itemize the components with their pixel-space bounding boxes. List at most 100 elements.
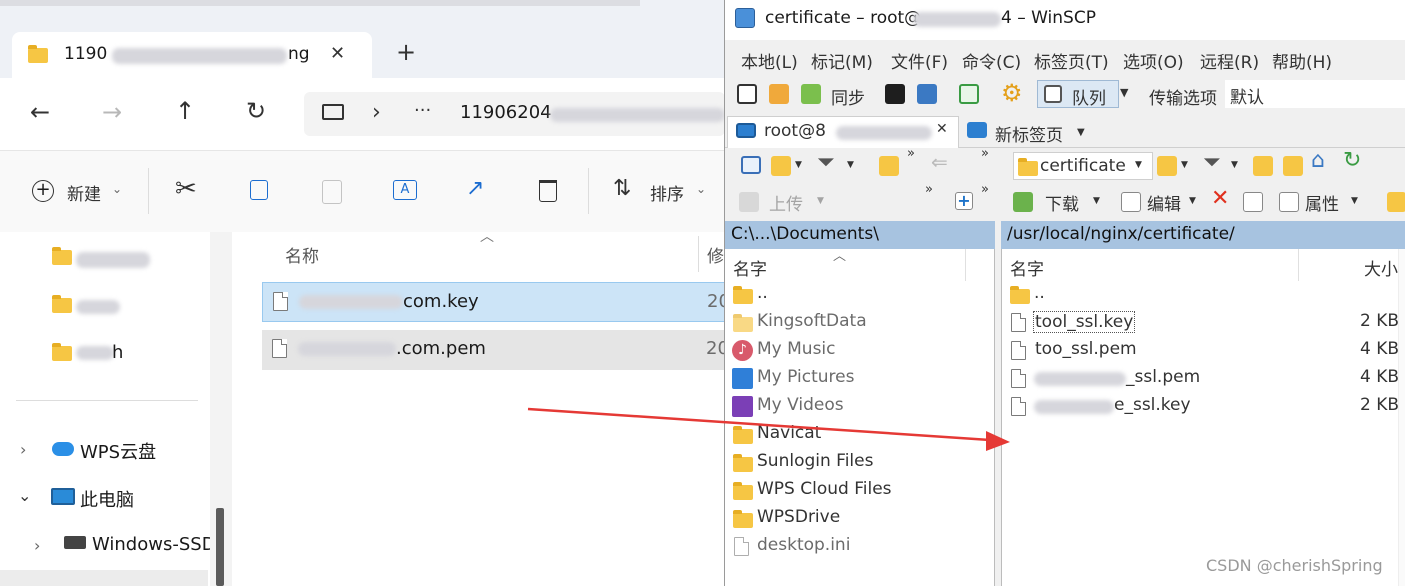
dropdown-icon[interactable]: ▼ [795,160,802,170]
home-icon[interactable]: ⌂ [1311,148,1325,173]
explorer-tab[interactable]: 1190 ng ✕ [12,32,372,78]
column-header-name[interactable]: 名称 [285,242,319,267]
menu-mark[interactable]: 标记(M) [811,48,873,73]
collapse-chevron-icon[interactable]: ⌄ [18,486,31,505]
local-column-name[interactable]: 名字 [733,255,767,280]
list-scrollbar[interactable] [1398,249,1405,586]
new-item-icon[interactable]: + [955,192,973,210]
list-item[interactable]: e_ssl.key 2 KB [1002,393,1405,421]
dropdown-icon[interactable]: ▼ [1135,160,1142,170]
forward-arrow-icon[interactable]: → [102,98,122,126]
compare-icon[interactable] [737,84,757,104]
list-item[interactable]: KingsoftData [725,309,995,337]
queue-dropdown-icon[interactable]: ▼ [1120,86,1128,99]
more-icon[interactable]: » [907,146,915,161]
rename-icon[interactable]: A [393,180,417,200]
list-item[interactable]: My Videos [725,393,995,421]
expand-chevron-icon[interactable]: › [20,440,26,459]
address-more-icon[interactable]: ··· [414,100,431,121]
new-folder-icon[interactable] [1387,192,1405,212]
filter-icon[interactable]: ⏷ [1203,150,1221,175]
list-item[interactable]: WPS Cloud Files [725,477,995,505]
nav-item-this-pc[interactable]: 此电脑 [80,486,134,512]
remote-dir-combo[interactable]: certificate [1013,152,1153,180]
more-icon[interactable]: » [981,182,989,197]
expand-chevron-icon[interactable]: › [34,536,40,555]
nav-item-wps-cloud[interactable]: WPS云盘 [80,438,156,464]
column-header-modified[interactable]: 修 [707,242,724,267]
list-item[interactable]: ♪ My Music [725,337,995,365]
address-bar[interactable]: › ··· 11906204 [304,92,725,136]
menu-local[interactable]: 本地(L) [741,48,798,73]
new-button[interactable]: 新建 [67,180,101,205]
properties-dropdown-icon[interactable]: ▼ [1351,196,1358,206]
file-row[interactable]: com.key 20 [262,282,730,322]
refresh-icon[interactable]: ↻ [246,97,266,125]
new-plus-icon[interactable]: + [32,180,54,202]
list-item[interactable]: desktop.ini [725,533,995,561]
parent-dir-icon[interactable] [879,156,899,176]
upload-icon[interactable] [739,192,759,212]
properties-button[interactable]: 属性 [1305,190,1339,215]
new-dropdown-icon[interactable]: ⌄ [112,182,122,196]
list-item[interactable]: WPSDrive [725,505,995,533]
list-item[interactable]: My Pictures [725,365,995,393]
nav-scrollbar[interactable] [210,232,232,586]
cut-icon[interactable]: ✂ [175,174,197,204]
refresh-icon[interactable]: ↻ [1343,148,1361,173]
menu-file[interactable]: 文件(F) [891,48,948,73]
delete-icon[interactable]: ✕ [1211,186,1229,211]
list-item[interactable]: Navicat [725,421,995,449]
open-folder-icon[interactable] [771,156,791,176]
parent-dir-icon[interactable] [1253,156,1273,176]
upload-button[interactable]: 上传 [769,190,803,215]
list-item[interactable]: _ssl.pem 4 KB [1002,365,1405,393]
open-folder-icon[interactable] [1157,156,1177,176]
more-icon[interactable]: » [925,182,933,197]
remote-column-size[interactable]: 大小 [1364,255,1398,280]
remote-path-bar[interactable]: /usr/local/nginx/certificate/ [1001,221,1405,249]
list-item[interactable]: .. [725,281,995,309]
download-dropdown-icon[interactable]: ▼ [1093,196,1100,206]
local-drive-icon[interactable] [741,156,761,174]
sync-folder-icon[interactable] [801,84,821,104]
local-path-bar[interactable]: C:\...\Documents\ [725,221,995,249]
dropdown-icon[interactable]: ▼ [847,160,854,170]
remote-column-name[interactable]: 名字 [1010,255,1044,280]
root-dir-icon[interactable] [1283,156,1303,176]
sort-button[interactable]: 排序 [650,180,684,205]
edit-icon[interactable] [1121,192,1141,212]
dropdown-icon[interactable]: ▼ [1181,160,1188,170]
new-tab-button[interactable]: 新标签页 ▼ [965,116,1095,148]
menu-remote[interactable]: 远程(R) [1200,48,1259,73]
nav-scrollbar-thumb[interactable] [216,508,224,586]
list-item[interactable]: .. [1002,281,1405,309]
rename-icon[interactable] [1243,192,1263,212]
refresh-icon[interactable] [959,84,979,104]
file-row[interactable]: .com.pem 20 [262,330,729,370]
sort-icon[interactable]: ⇅ [613,176,631,201]
download-button[interactable]: 下载 [1045,190,1079,215]
list-item[interactable]: too_ssl.pem 4 KB [1002,337,1405,365]
sync-button[interactable]: 同步 [831,84,865,109]
delete-icon[interactable] [539,180,557,202]
download-icon[interactable] [1013,192,1033,212]
transfer-options-select[interactable]: 默认 [1225,80,1405,108]
share-icon[interactable]: ↗ [466,176,484,201]
copy-icon[interactable] [250,180,268,200]
sync-dirs-icon[interactable] [769,84,789,104]
putty-icon[interactable] [917,84,937,104]
sort-dropdown-icon[interactable]: ⌄ [696,182,706,196]
session-tab[interactable]: root@8 ✕ [727,116,959,148]
paste-icon[interactable] [322,180,342,204]
menu-tabs[interactable]: 标签页(T) [1034,48,1109,73]
close-icon[interactable]: ✕ [936,121,948,137]
back-arrow-icon[interactable]: ← [30,98,50,126]
terminal-icon[interactable] [885,84,905,104]
nav-item-windows-ssd[interactable]: Windows-SSD [92,534,216,555]
new-tab-icon[interactable]: + [396,38,416,66]
edit-dropdown-icon[interactable]: ▼ [1189,196,1196,206]
close-icon[interactable]: ✕ [330,43,345,64]
menu-options[interactable]: 选项(O) [1123,48,1184,73]
up-arrow-icon[interactable]: ↑ [175,97,195,125]
